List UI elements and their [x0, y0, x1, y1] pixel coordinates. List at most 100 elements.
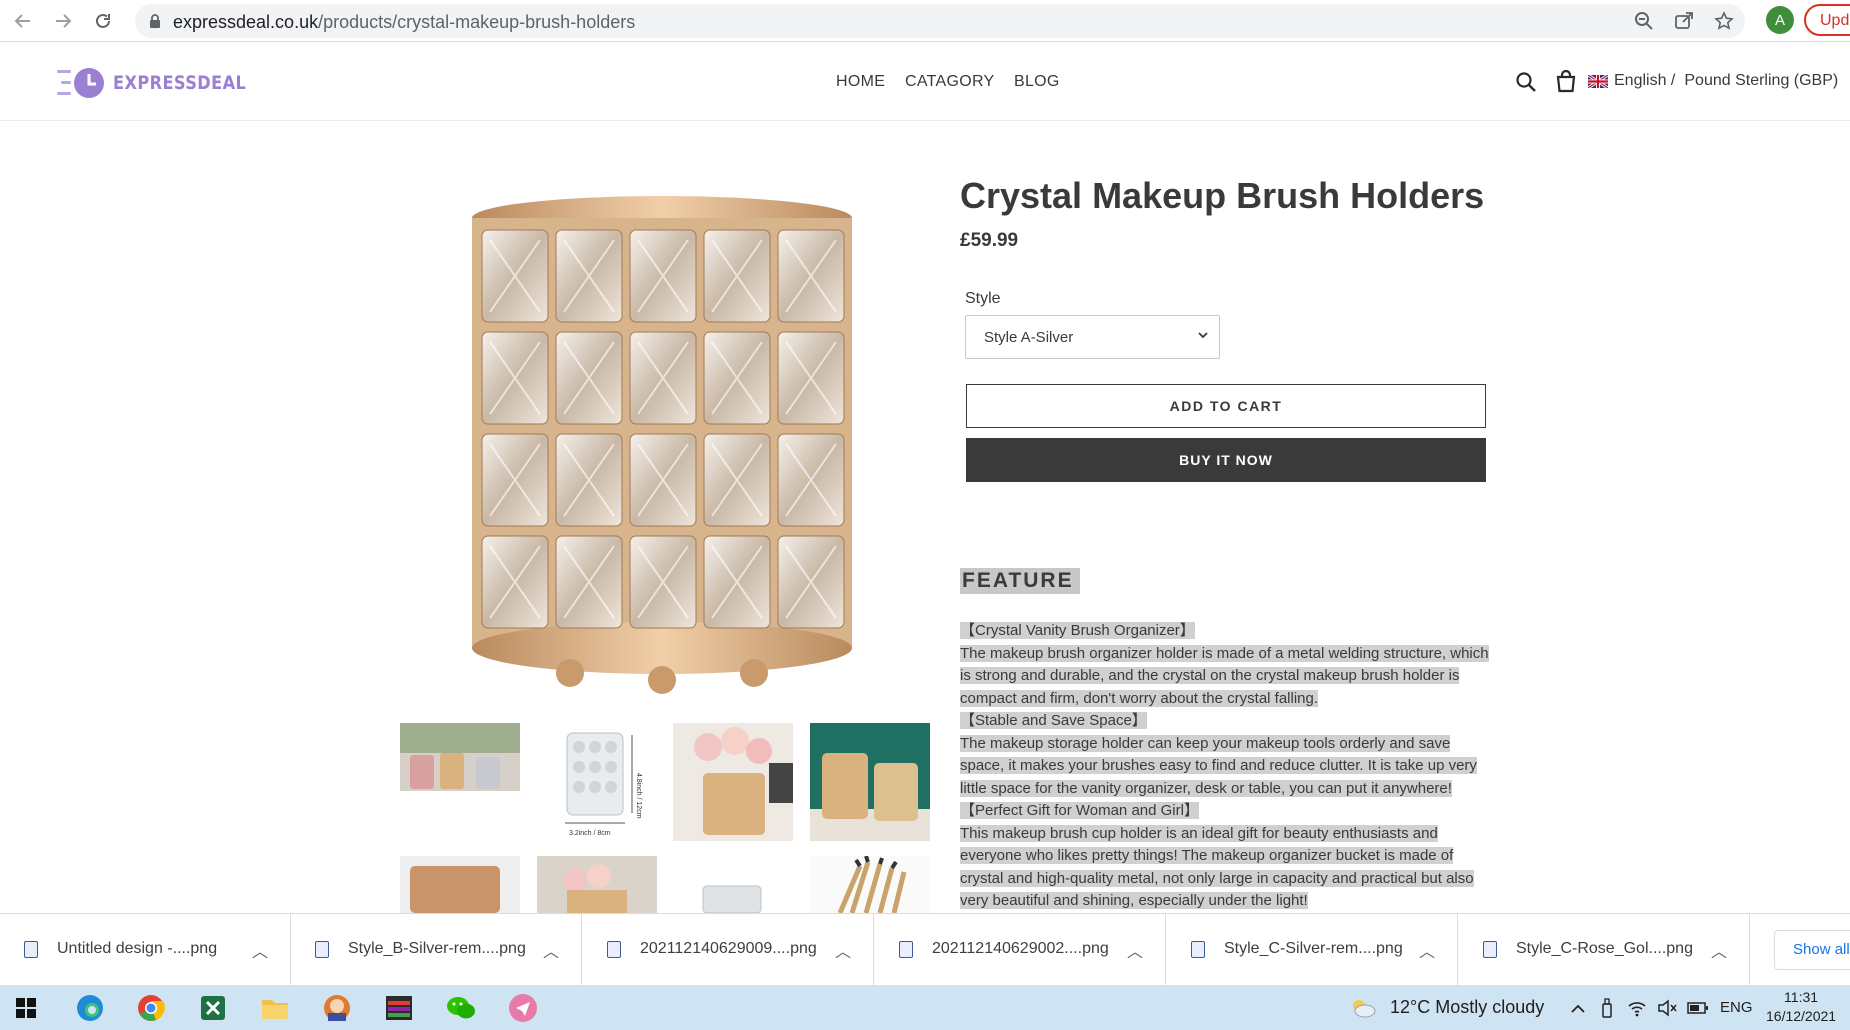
search-icon[interactable]	[1515, 71, 1537, 98]
update-button[interactable]: Upda	[1804, 4, 1850, 36]
download-filename: Untitled design -....png	[57, 940, 218, 957]
feature-heading: FEATURE	[960, 568, 1080, 594]
product-description: 【Crystal Vanity Brush Organizer】 The make…	[960, 620, 1495, 913]
description-line: The makeup brush organizer holder is mad…	[960, 644, 1489, 662]
thumbnail-2[interactable]: 4.8inch / 12cm 3.2inch / 8cm	[537, 723, 657, 841]
system-clock[interactable]: 11:31 16/12/2021	[1766, 988, 1836, 1026]
browser-toolbar: expressdeal.co.uk/products/crystal-makeu…	[0, 0, 1850, 42]
download-item[interactable]: 202112140629002....png ︿	[875, 914, 1166, 986]
thumbnail-7[interactable]	[673, 856, 793, 913]
weather-text[interactable]: 12°C Mostly cloudy	[1390, 997, 1544, 1018]
download-item[interactable]: Style_B-Silver-rem....png ︿	[291, 914, 582, 986]
description-line: compact and firm, don't worry about the …	[960, 689, 1319, 707]
zoom-icon[interactable]	[1632, 9, 1656, 33]
language-label: English /	[1614, 72, 1676, 89]
download-item[interactable]: 202112140629009....png ︿	[583, 914, 874, 986]
send-app-icon[interactable]	[505, 990, 541, 1026]
taskbar: 12°C Mostly cloudy ENG 11:31 16/12/2021	[0, 985, 1850, 1030]
description-line: is strong and durable, and the crystal o…	[960, 667, 1460, 684]
edge-icon[interactable]	[72, 990, 108, 1026]
description-line: little space for the vanity organizer, d…	[960, 779, 1452, 797]
thumbnail-1[interactable]	[400, 723, 520, 791]
download-item[interactable]: Untitled design -....png ︿	[0, 914, 291, 986]
chevron-up-icon[interactable]: ︿	[1127, 938, 1143, 962]
chevron-down-icon	[1197, 328, 1209, 344]
buy-it-now-button[interactable]: BUY IT NOW	[966, 438, 1486, 482]
wechat-icon[interactable]	[443, 990, 479, 1026]
thumbnail-height-label: 4.8inch / 12cm	[635, 773, 642, 819]
description-line: The makeup storage holder can keep your …	[960, 734, 1451, 752]
file-icon	[1191, 941, 1205, 958]
currency-label: Pound Sterling (GBP)	[1684, 72, 1839, 89]
download-item[interactable]: Style_C-Silver-rem....png ︿	[1167, 914, 1458, 986]
lock-icon[interactable]	[143, 9, 167, 33]
thumbnail-3[interactable]	[673, 723, 793, 841]
forward-icon[interactable]	[48, 6, 78, 36]
show-all-button[interactable]: Show all	[1774, 930, 1850, 970]
chrome-icon[interactable]	[133, 990, 169, 1026]
back-icon[interactable]	[8, 6, 38, 36]
description-line: This makeup brush cup holder is an ideal…	[960, 824, 1438, 842]
nav-category[interactable]: CATAGORY	[905, 73, 995, 91]
style-select[interactable]: Style A-Silver	[965, 315, 1220, 359]
description-line: crystal and high-quality metal, not only…	[960, 869, 1474, 887]
download-filename: Style_C-Rose_Gol....png	[1516, 940, 1693, 957]
thumbnail-6[interactable]	[537, 856, 657, 913]
description-line: 【Stable and Save Space】	[960, 712, 1147, 729]
profile-avatar[interactable]: A	[1766, 6, 1794, 34]
store-header: EXPRESSDEAL HOME CATAGORY BLOG English /…	[0, 43, 1850, 121]
description-line: space, it makes your brushes easy to fin…	[960, 757, 1477, 774]
logo-icon	[57, 68, 104, 98]
chevron-up-icon[interactable]: ︿	[835, 938, 851, 962]
description-line: 【Perfect Gift for Woman and Girl】	[960, 802, 1199, 819]
language-currency-selector[interactable]: English / Pound Sterling (GBP)	[1588, 72, 1838, 90]
reload-icon[interactable]	[88, 6, 118, 36]
battery-icon[interactable]	[1680, 990, 1716, 1026]
media-app-icon[interactable]	[381, 990, 417, 1026]
app-avatar-icon[interactable]	[319, 990, 355, 1026]
file-icon	[24, 941, 38, 958]
windows-start-icon[interactable]	[8, 990, 44, 1026]
clock-time: 11:31	[1784, 989, 1819, 1005]
bookmark-star-icon[interactable]	[1712, 9, 1736, 33]
product-price: £59.99	[960, 230, 1019, 251]
weather-cloud-icon[interactable]	[1345, 990, 1381, 1026]
file-explorer-icon[interactable]	[257, 990, 293, 1026]
download-filename: 202112140629002....png	[932, 940, 1109, 957]
file-icon	[315, 941, 329, 958]
input-language[interactable]: ENG	[1720, 999, 1753, 1016]
uk-flag-icon	[1588, 74, 1608, 88]
style-select-value: Style A-Silver	[984, 329, 1074, 346]
download-item[interactable]: Style_C-Rose_Gol....png ︿	[1459, 914, 1750, 986]
chevron-up-icon[interactable]: ︿	[1711, 938, 1727, 962]
download-filename: 202112140629009....png	[640, 940, 817, 957]
store-logo[interactable]: EXPRESSDEAL	[55, 66, 270, 100]
style-label: Style	[965, 290, 1001, 307]
file-icon	[899, 941, 913, 958]
clock-date: 16/12/2021	[1766, 1008, 1837, 1024]
thumbnail-5[interactable]	[400, 856, 520, 913]
address-bar[interactable]: expressdeal.co.uk/products/crystal-makeu…	[135, 4, 1745, 38]
url-text: expressdeal.co.uk/products/crystal-makeu…	[173, 12, 636, 32]
download-filename: Style_C-Silver-rem....png	[1224, 940, 1403, 957]
description-line: everyone who likes pretty things! The ma…	[960, 847, 1454, 864]
share-icon[interactable]	[1672, 9, 1696, 33]
chevron-up-icon[interactable]: ︿	[543, 938, 559, 962]
nav-blog[interactable]: BLOG	[1014, 73, 1060, 91]
thumbnail-4[interactable]	[810, 723, 930, 841]
chevron-up-icon[interactable]: ︿	[252, 938, 268, 962]
cart-icon[interactable]	[1555, 69, 1577, 98]
download-filename: Style_B-Silver-rem....png	[348, 940, 526, 957]
downloads-bar: Untitled design -....png ︿ Style_B-Silve…	[0, 913, 1850, 986]
chevron-up-icon[interactable]: ︿	[1419, 938, 1435, 962]
description-line: 【Crystal Vanity Brush Organizer】	[960, 622, 1195, 639]
description-line: very beautiful and shining, especially u…	[960, 892, 1308, 909]
thumbnail-8[interactable]	[810, 856, 930, 913]
logo-text: EXPRESSDEAL	[113, 72, 247, 94]
excel-icon[interactable]	[195, 990, 231, 1026]
main-product-image[interactable]	[400, 180, 930, 700]
add-to-cart-button[interactable]: ADD TO CART	[966, 384, 1486, 428]
nav-home[interactable]: HOME	[836, 73, 885, 91]
file-icon	[1483, 941, 1497, 958]
product-title: Crystal Makeup Brush Holders	[960, 175, 1485, 216]
